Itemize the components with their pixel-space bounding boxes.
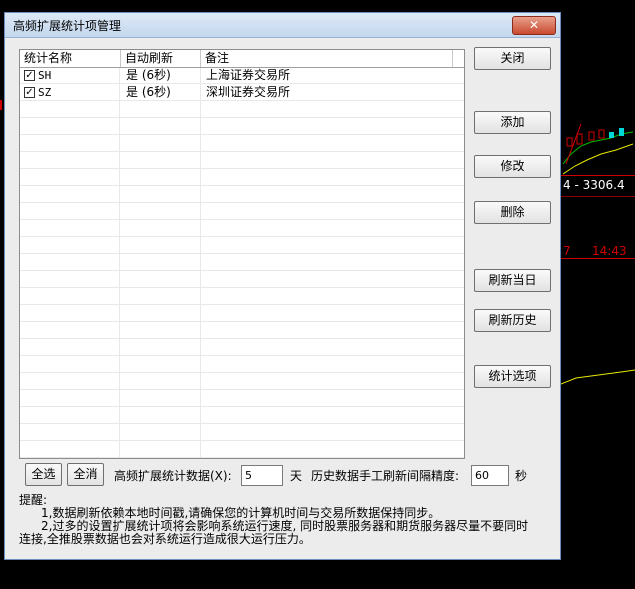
window-title: 高频扩展统计项管理 [13,19,122,33]
tips-panel: 提醒: 1,数据刷新依赖本地时间戳,请确保您的计算机时间与交易所数据保持同步。 … [19,494,549,546]
close-icon: ✕ [528,18,540,32]
stat-manager-dialog: 高频扩展统计项管理 ✕ 统计名称 自动刷新 备注 ✓ SH 是 (6秒) 上海证… [4,12,561,560]
delete-button[interactable]: 删除 [474,201,551,224]
chart-grid-line [561,196,635,197]
stat-items-list[interactable]: 统计名称 自动刷新 备注 ✓ SH 是 (6秒) 上海证券交易所 ✓ SZ 是 … [19,49,465,459]
chart-price-label: 4 - 3306.4 [563,178,625,192]
add-button[interactable]: 添加 [474,111,551,134]
row-refresh: 是 (6秒) [126,68,171,82]
row-name-cell: ✓ SZ [20,84,121,101]
chart-yellow-curve [561,369,635,385]
seconds-unit: 秒 [515,469,528,483]
row-name: SZ [38,86,52,99]
window-close-button[interactable]: ✕ [512,16,556,35]
chart-candles [562,124,634,175]
stat-days-input[interactable]: 5 [241,465,283,486]
row-refresh: 是 (6秒) [126,85,171,99]
row-name-cell: ✓ SH [20,67,121,84]
chart-left-edge [0,100,2,110]
row-note: 上海证券交易所 [206,68,291,82]
row-name: SH [38,69,52,82]
close-button[interactable]: 关闭 [474,47,551,70]
table-row[interactable]: ✓ SH 是 (6秒) 上海证券交易所 [20,67,464,84]
column-header-name[interactable]: 统计名称 [20,50,121,67]
refresh-today-button[interactable]: 刷新当日 [474,269,551,292]
days-unit: 天 [290,469,303,483]
column-header-auto-refresh[interactable]: 自动刷新 [121,50,201,67]
chart-time-axis-line [561,258,635,259]
select-all-button[interactable]: 全选 [25,463,62,486]
row-checkbox[interactable]: ✓ [24,70,35,81]
row-checkbox[interactable]: ✓ [24,87,35,98]
chart-time-label: 14:43 [592,244,627,258]
column-header-note[interactable]: 备注 [201,50,453,67]
list-header: 统计名称 自动刷新 备注 [20,50,464,68]
chart-marker-label: 7 [563,244,571,258]
deselect-all-button[interactable]: 全消 [67,463,104,486]
modify-button[interactable]: 修改 [474,155,551,178]
tip-line-3: 连接,全推股票数据也会对系统运行造成很大运行压力。 [19,532,311,546]
refresh-history-button[interactable]: 刷新历史 [474,309,551,332]
row-note: 深圳证券交易所 [206,85,291,99]
table-row[interactable]: ✓ SZ 是 (6秒) 深圳证券交易所 [20,84,464,101]
stat-options-button[interactable]: 统计选项 [474,365,551,388]
refresh-precision-label: 历史数据手工刷新间隔精度: [311,469,460,483]
title-bar[interactable]: 高频扩展统计项管理 ✕ [5,13,560,38]
refresh-precision-input[interactable]: 60 [471,465,509,486]
stat-days-label: 高频扩展统计数据(X): [114,469,232,483]
